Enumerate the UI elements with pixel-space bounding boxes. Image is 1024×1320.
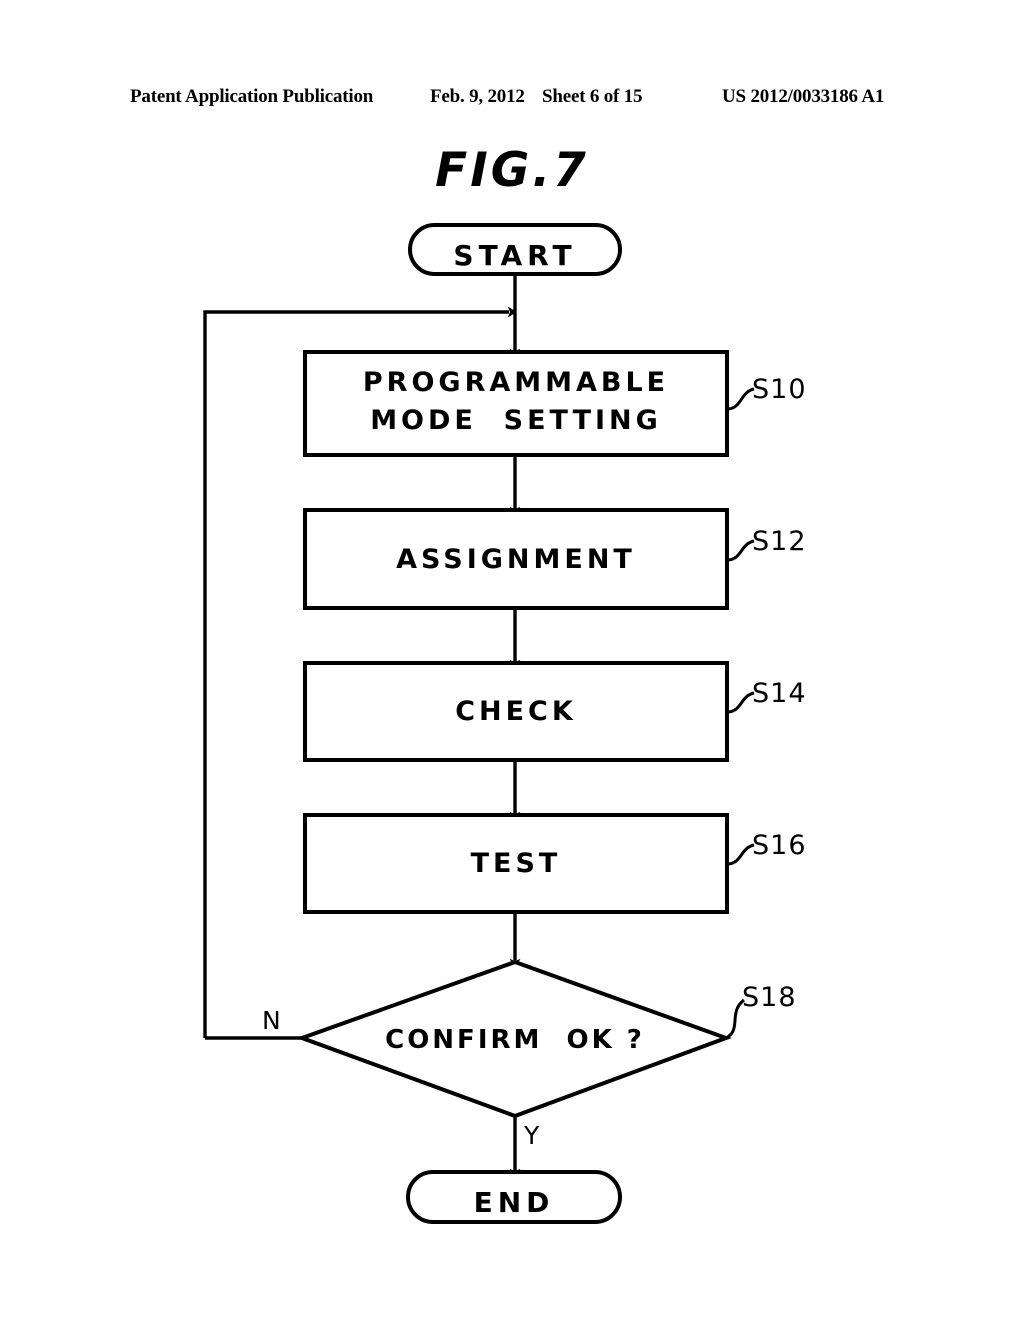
end-node-shape [406,1170,622,1224]
leader-line-s16 [726,843,755,866]
leader-line-s12 [726,539,755,562]
step-ref-s14: S14 [752,678,807,709]
step-ref-s10: S10 [752,374,807,405]
step-box-s14 [303,661,729,762]
step-ref-s16: S16 [752,830,807,861]
flowchart-diagram [203,223,755,1224]
step-box-s12 [303,508,729,610]
decision-node-s18 [296,959,732,1119]
step-ref-s12: S12 [752,526,807,557]
leader-line-s10 [726,387,755,411]
leader-line-s14 [726,691,755,714]
step-ref-s18: S18 [742,982,797,1013]
step-box-s10 [303,350,729,457]
branch-label-yes: Y [524,1121,540,1150]
step-box-s16 [303,813,729,914]
branch-label-no: N [262,1006,281,1035]
start-node-shape [408,223,622,276]
